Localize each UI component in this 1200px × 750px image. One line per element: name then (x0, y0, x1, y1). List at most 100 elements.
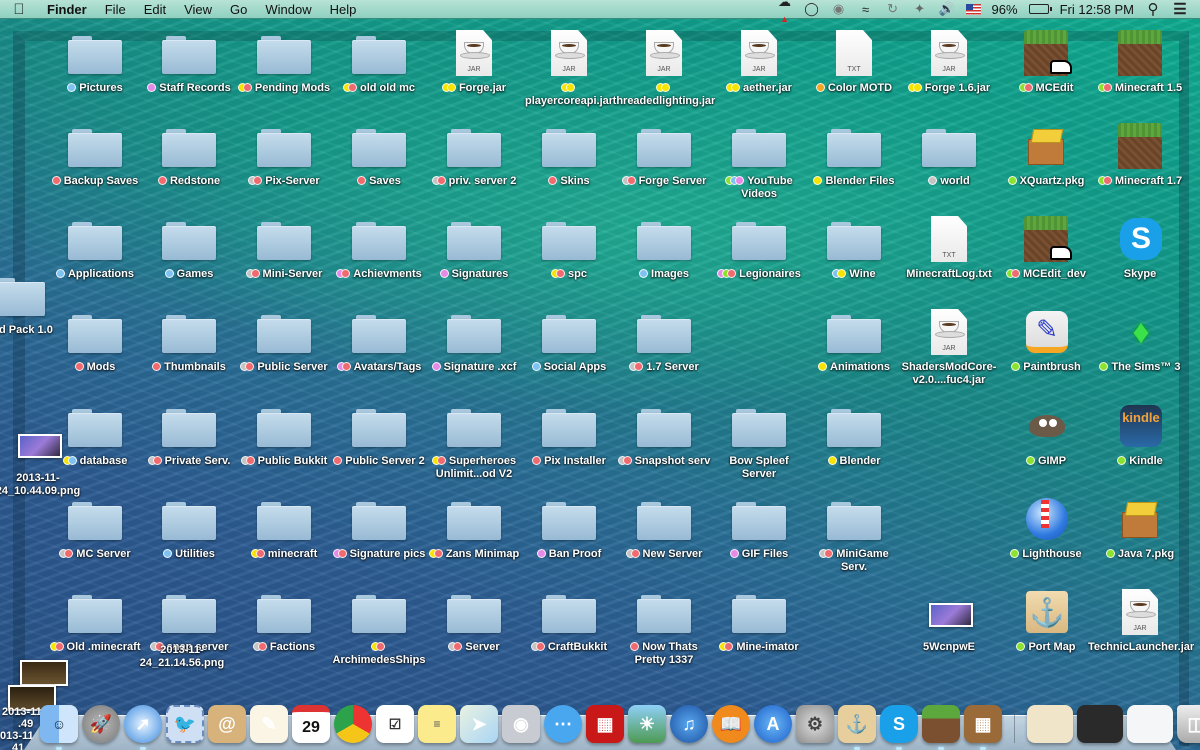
desktop-item-signature-pics[interactable]: Signature pics (332, 496, 426, 561)
desktop-item-public-server[interactable]: Public Server (237, 309, 331, 374)
desktop-item-shadersmodcore-v2-0-fuc4-jar[interactable]: JAR ShadersModCore-v2.0....fuc4.jar (902, 309, 996, 387)
dock-item-system-preferences[interactable]: ⚙ (796, 705, 834, 743)
dock-item-stickies[interactable]: ≡ (418, 705, 456, 743)
desktop-item-staff-records[interactable]: Staff Records (142, 30, 236, 95)
desktop-item-blender-files[interactable]: Blender Files (807, 123, 901, 188)
dock-item-messages[interactable]: ⋯ (544, 705, 582, 743)
dock-item-ibooks[interactable]: 📖 (712, 705, 750, 743)
desktop-item-playercoreapi-jar[interactable]: JAR playercoreapi.jar (522, 30, 616, 108)
desktop-item-world[interactable]: world (902, 123, 996, 188)
desktop-item-old-old-mc[interactable]: old old mc (332, 30, 426, 95)
desktop-item-private-serv[interactable]: Private Serv. (142, 403, 236, 468)
desktop-item-signatures[interactable]: Signatures (427, 216, 521, 281)
desktop-item-minigame-serv[interactable]: MiniGame Serv. (807, 496, 901, 574)
desktop-item-java-7-pkg[interactable]: Java 7.pkg (1093, 496, 1187, 561)
screenshot-thumbnail[interactable] (20, 660, 68, 686)
dock-item-safari[interactable]: ➚ (124, 705, 162, 750)
desktop-item-forge-jar[interactable]: JAR Forge.jar (427, 30, 521, 95)
dock-item-legend-of-pixel[interactable] (1027, 705, 1073, 743)
apple-logo-icon[interactable]:  (0, 1, 38, 18)
dock-item-calendar[interactable]: 29 (292, 705, 330, 743)
menu-go[interactable]: Go (221, 2, 256, 17)
dock-item-crafting-table[interactable]: ▦ (964, 705, 1002, 750)
desktop-item-threadedlighting-jar[interactable]: JAR threadedlighting.jar (613, 30, 715, 108)
desktop-item-achievments[interactable]: Achievments (332, 216, 426, 281)
dock-item-mail[interactable]: 🐦 (166, 705, 204, 743)
desktop-item-mcedit[interactable]: MCEdit (999, 30, 1093, 95)
desktop-item-kindle[interactable]: kindle Kindle (1093, 403, 1187, 468)
desktop-item-mc-server[interactable]: MC Server (48, 496, 142, 561)
desktop-item-saves[interactable]: Saves (332, 123, 426, 188)
desktop-item-signature-xcf[interactable]: Signature .xcf (427, 309, 521, 374)
desktop-item-minecraft-1-5[interactable]: Minecraft 1.5 (1093, 30, 1187, 95)
desktop-item-images[interactable]: Images (617, 216, 711, 281)
desktop-item-archimedesships[interactable]: ArchimedesShips (332, 589, 426, 667)
desktop-item-snapshot-serv[interactable]: Snapshot serv (617, 403, 711, 468)
menu-help[interactable]: Help (321, 2, 366, 17)
desktop-item-2013-11-24-21-14-56-png[interactable]: 2013-11-24_21.14.56.png (135, 640, 229, 670)
us-flag-input-icon[interactable] (965, 3, 981, 15)
dock-item-window-stack[interactable] (1077, 705, 1123, 743)
dock-item-port-map[interactable]: ⚓ (838, 705, 876, 750)
desktop-item-minecraftlog-txt[interactable]: TXT MinecraftLog.txt (902, 216, 996, 281)
desktop-item-port-map[interactable]: ⚓ Port Map (999, 589, 1093, 654)
desktop-item-old-minecraft[interactable]: Old .minecraft (48, 589, 142, 654)
dock-item-maps[interactable]: ➤ (460, 705, 498, 743)
desktop-item-lighthouse[interactable]: Lighthouse (999, 496, 1093, 561)
dock-item-app-store[interactable]: A (754, 705, 792, 743)
desktop-item-minecraft-1-7[interactable]: Minecraft 1.7 (1093, 123, 1187, 188)
desktop-item-forge-server[interactable]: Forge Server (617, 123, 711, 188)
desktop-item-forge-1-6-jar[interactable]: JAR Forge 1.6.jar (902, 30, 996, 95)
desktop-item-now-thats-pretty-1337[interactable]: Now Thats Pretty 1337 (617, 589, 711, 667)
dock-item-notes-pad[interactable]: ✎ (250, 705, 288, 743)
dock-item-finder[interactable]: ☺ (40, 705, 78, 750)
dock-item-minecraft[interactable] (922, 705, 960, 750)
desktop-item-spc[interactable]: spc (522, 216, 616, 281)
desktop-item-thumbnails[interactable]: Thumbnails (142, 309, 236, 374)
dock-item-launchpad[interactable]: 🚀 (82, 705, 120, 743)
desktop-item-pix-installer[interactable]: Pix Installer (522, 403, 616, 468)
desktop-item-gif-files[interactable]: GIF Files (712, 496, 806, 561)
desktop-item-color-motd[interactable]: TXT Color MOTD (807, 30, 901, 95)
desktop-item-mcedit-dev[interactable]: MCEdit_dev (999, 216, 1093, 281)
battery-icon[interactable] (1028, 4, 1052, 14)
volume-icon[interactable]: 🔊 (939, 1, 955, 17)
desktop-item-paintbrush[interactable]: ✎ Paintbrush (999, 309, 1093, 374)
bluetooth-icon[interactable]: ✦ (912, 1, 928, 17)
desktop-item-mine-imator[interactable]: Mine-imator (712, 589, 806, 654)
desktop-item-ban-proof[interactable]: Ban Proof (522, 496, 616, 561)
menu-window[interactable]: Window (256, 2, 320, 17)
list-icon[interactable]: ☰ (1172, 0, 1188, 18)
desktop-item-skype[interactable]: S Skype (1093, 216, 1187, 281)
dock-item-iphoto[interactable]: ☀ (628, 705, 666, 743)
time-machine-icon[interactable]: ↻ (885, 1, 901, 17)
clock[interactable]: Fri 12:58 PM (1060, 2, 1134, 17)
menu-finder[interactable]: Finder (38, 2, 96, 17)
desktop-item-new-server[interactable]: New Server (617, 496, 711, 561)
desktop-item-zans-minimap[interactable]: Zans Minimap (427, 496, 521, 561)
dock-item-reminders[interactable]: ☑ (376, 705, 414, 743)
wifi-icon[interactable]: ≈ (858, 2, 874, 17)
desktop-item-pictures[interactable]: Pictures (48, 30, 142, 95)
desktop-item-server[interactable]: Server (427, 589, 521, 654)
desktop-item-pix-server[interactable]: Pix-Server (237, 123, 331, 188)
desktop-item-redstone[interactable]: Redstone (142, 123, 236, 188)
creative-cloud-alert-icon[interactable]: ☁▲ (777, 0, 793, 25)
dock-item-itunes[interactable]: ♫ (670, 705, 708, 743)
desktop-item-mods[interactable]: Mods (48, 309, 142, 374)
desktop-item-aether-jar[interactable]: JAR aether.jar (712, 30, 806, 95)
desktop-item-factions[interactable]: Factions (237, 589, 331, 654)
desktop-item-priv-server-2[interactable]: priv. server 2 (427, 123, 521, 188)
menu-file[interactable]: File (96, 2, 135, 17)
desktop-item-xquartz-pkg[interactable]: XQuartz.pkg (999, 123, 1093, 188)
desktop-item-bow-spleef-server[interactable]: Bow Spleef Server (712, 403, 806, 481)
desktop-item-techniclauncher-jar[interactable]: JAR TechnicLauncher.jar (1088, 589, 1194, 654)
dock-item-trash[interactable]: ◫ (1177, 705, 1200, 743)
desktop-item-social-apps[interactable]: Social Apps (522, 309, 616, 374)
desktop-item-minecraft[interactable]: minecraft (237, 496, 331, 561)
desktop-item-public-bukkit[interactable]: Public Bukkit (237, 403, 331, 468)
battery-percent[interactable]: 96% (992, 2, 1018, 17)
desktop-item-wine[interactable]: Wine (807, 216, 901, 281)
menu-view[interactable]: View (175, 2, 221, 17)
menu-edit[interactable]: Edit (135, 2, 175, 17)
